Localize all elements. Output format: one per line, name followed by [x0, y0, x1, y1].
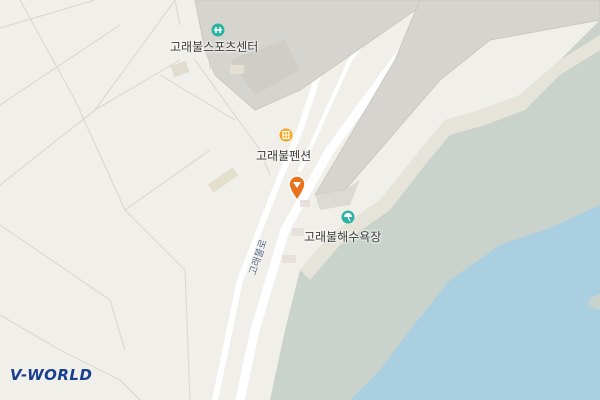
- vworld-logo: V-WORLD: [10, 366, 93, 384]
- sports-center-icon[interactable]: [211, 23, 225, 37]
- poi-label-sports-center[interactable]: 고래불스포츠센터: [170, 38, 258, 55]
- poi-label-pension[interactable]: 고래불펜션: [256, 147, 311, 164]
- map-canvas[interactable]: 고래불스포츠센터 고래불펜션 고래불해수욕장 고래불로 V-WORLD: [0, 0, 600, 400]
- beach-umbrella-icon[interactable]: [341, 210, 355, 224]
- location-pin-icon[interactable]: [287, 175, 307, 201]
- poi-label-beach[interactable]: 고래불해수욕장: [304, 228, 381, 245]
- pension-icon[interactable]: [279, 128, 293, 142]
